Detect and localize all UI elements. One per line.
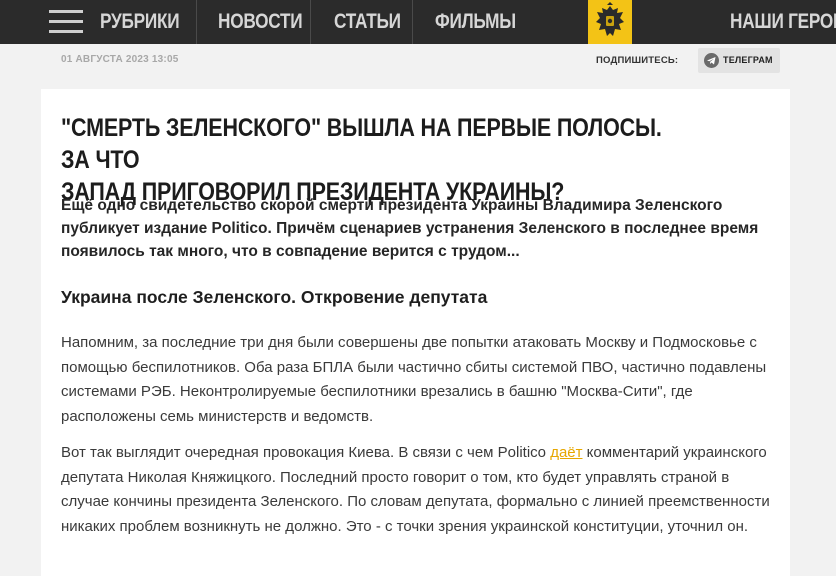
nav-item-articles[interactable]: СТАТЬИ bbox=[334, 0, 401, 44]
eagle-emblem-graphic bbox=[596, 2, 624, 36]
menu-line bbox=[49, 30, 83, 33]
double-headed-eagle-icon[interactable] bbox=[588, 0, 632, 44]
nav-item-news[interactable]: НОВОСТИ bbox=[218, 0, 303, 44]
top-navigation-bar: РУБРИКИ НОВОСТИ СТАТЬИ ФИЛЬМЫ НАШИ ГЕРОИ bbox=[0, 0, 836, 44]
telegram-label: ТЕЛЕГРАМ bbox=[723, 55, 773, 65]
menu-line bbox=[49, 20, 83, 23]
telegram-button[interactable]: ТЕЛЕГРАМ bbox=[698, 48, 780, 73]
article-date: 01 АВГУСТА 2023 13:05 bbox=[61, 54, 179, 65]
nav-item-our-heroes[interactable]: НАШИ ГЕРОИ bbox=[730, 0, 836, 44]
politico-link[interactable]: даёт bbox=[550, 444, 582, 461]
article-paragraph-1: Напомним, за последние три дня были сове… bbox=[61, 334, 767, 425]
paragraph-2-text-start: Вот так выглядит очередная провокация Ки… bbox=[61, 444, 551, 461]
subscribe-label: ПОДПИШИТЕСЬ: bbox=[596, 55, 679, 66]
article-lead: Ещё одно свидетельство скорой смерти пре… bbox=[61, 197, 759, 260]
nav-item-films[interactable]: ФИЛЬМЫ bbox=[435, 0, 516, 44]
article-subheading: Украина после Зеленского. Откровение деп… bbox=[61, 287, 488, 307]
title-line-1: "СМЕРТЬ ЗЕЛЕНСКОГО" ВЫШЛА НА ПЕРВЫЕ ПОЛО… bbox=[61, 114, 662, 174]
nav-item-rubrics[interactable]: РУБРИКИ bbox=[100, 0, 180, 44]
nav-divider bbox=[196, 0, 197, 44]
telegram-paper-plane-icon bbox=[704, 53, 719, 68]
nav-divider bbox=[412, 0, 413, 44]
nav-divider bbox=[310, 0, 311, 44]
article-paragraph-2: Вот так выглядит очередная провокация Ки… bbox=[61, 441, 781, 539]
menu-line bbox=[49, 10, 83, 13]
hamburger-menu-icon[interactable] bbox=[49, 9, 83, 35]
